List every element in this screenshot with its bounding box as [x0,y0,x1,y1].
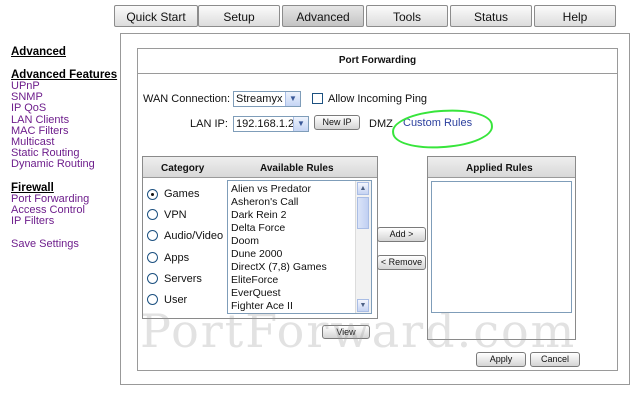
tab-quick-start[interactable]: Quick Start [114,5,198,27]
remove-button[interactable]: < Remove [377,255,426,270]
category-header: Category [161,163,205,174]
custom-rules-link[interactable]: Custom Rules [403,117,472,129]
arrow-up-icon[interactable]: ▲ [357,182,369,195]
wan-connection-select[interactable]: Streamyx ▼ [233,91,301,107]
list-item[interactable]: Doom [231,235,259,247]
wan-connection-value: Streamyx [236,93,283,105]
category-audio-video-label: Audio/Video [164,230,224,242]
tab-setup[interactable]: Setup [198,5,280,27]
list-item[interactable]: Asheron's Call [231,196,298,208]
list-item[interactable]: DirectX (7,8) Games [231,261,327,273]
applied-rules-box: Applied Rules [427,156,576,340]
category-user-label: User [164,294,188,306]
radio-apps[interactable] [147,252,158,263]
allow-ping-label: Allow Incoming Ping [328,93,428,105]
wan-connection-label: WAN Connection: [143,93,231,105]
radio-vpn[interactable] [147,209,158,220]
sidebar-heading-firewall[interactable]: Firewall [11,182,121,194]
tab-status[interactable]: Status [450,5,532,27]
radio-servers[interactable] [147,273,158,284]
radio-audio-video[interactable] [147,230,158,241]
tab-advanced[interactable]: Advanced [282,5,364,27]
list-item[interactable]: Delta Force [231,222,285,234]
radio-games[interactable] [147,189,158,200]
view-button[interactable]: View [322,325,370,339]
category-servers-label: Servers [164,273,202,285]
lan-ip-value: 192.168.1.2 [236,118,295,130]
dmz-label: DMZ [369,118,393,130]
radio-user[interactable] [147,294,158,305]
lan-ip-label: LAN IP: [190,118,228,130]
rules-selector-header: Category Available Rules [143,157,377,178]
sidebar-item-save-settings[interactable]: Save Settings [11,239,121,250]
available-rules-scrollbar[interactable]: ▲ ▼ [355,181,371,313]
sidebar-heading-advanced[interactable]: Advanced [11,46,121,58]
applied-rules-list[interactable] [431,181,572,313]
new-ip-button[interactable]: New IP [314,115,360,130]
scrollbar-thumb[interactable] [357,197,369,229]
applied-rules-title: Applied Rules [466,163,533,174]
sidebar-item-ip-filters[interactable]: IP Filters [11,215,121,227]
sidebar-item-dynamic-routing[interactable]: Dynamic Routing [11,159,121,170]
arrow-down-icon[interactable]: ▼ [357,299,369,312]
available-rules-header: Available Rules [260,163,334,174]
apply-button[interactable]: Apply [476,352,526,367]
category-apps-label: Apps [164,252,190,264]
chevron-down-icon[interactable]: ▼ [293,117,308,131]
available-rules-list[interactable]: Alien vs Predator Asheron's Call Dark Re… [227,180,372,314]
cancel-button[interactable]: Cancel [530,352,580,367]
list-item[interactable]: EverQuest [231,287,281,299]
lan-ip-select[interactable]: 192.168.1.2 ▼ [233,116,309,132]
category-games-label: Games [164,188,200,200]
sidebar: Advanced Advanced Features UPnP SNMP IP … [11,46,121,250]
chevron-down-icon[interactable]: ▼ [285,92,300,106]
allow-ping-checkbox[interactable] [312,93,323,104]
panel-title: Port Forwarding [138,49,617,74]
tab-tools[interactable]: Tools [366,5,448,27]
list-item[interactable]: Dune 2000 [231,248,282,260]
sidebar-item-ip-qos[interactable]: IP QoS [11,103,121,114]
tab-help[interactable]: Help [534,5,616,27]
list-item[interactable]: Alien vs Predator [231,183,311,195]
applied-rules-header: Applied Rules [428,157,575,178]
add-button[interactable]: Add > [377,227,426,242]
list-item[interactable]: Dark Rein 2 [231,209,286,221]
category-vpn-label: VPN [164,209,187,221]
list-item[interactable]: EliteForce [231,274,278,286]
top-nav-tabs: Quick Start Setup Advanced Tools Status … [112,5,640,29]
list-item[interactable]: Fighter Ace II [231,300,293,312]
